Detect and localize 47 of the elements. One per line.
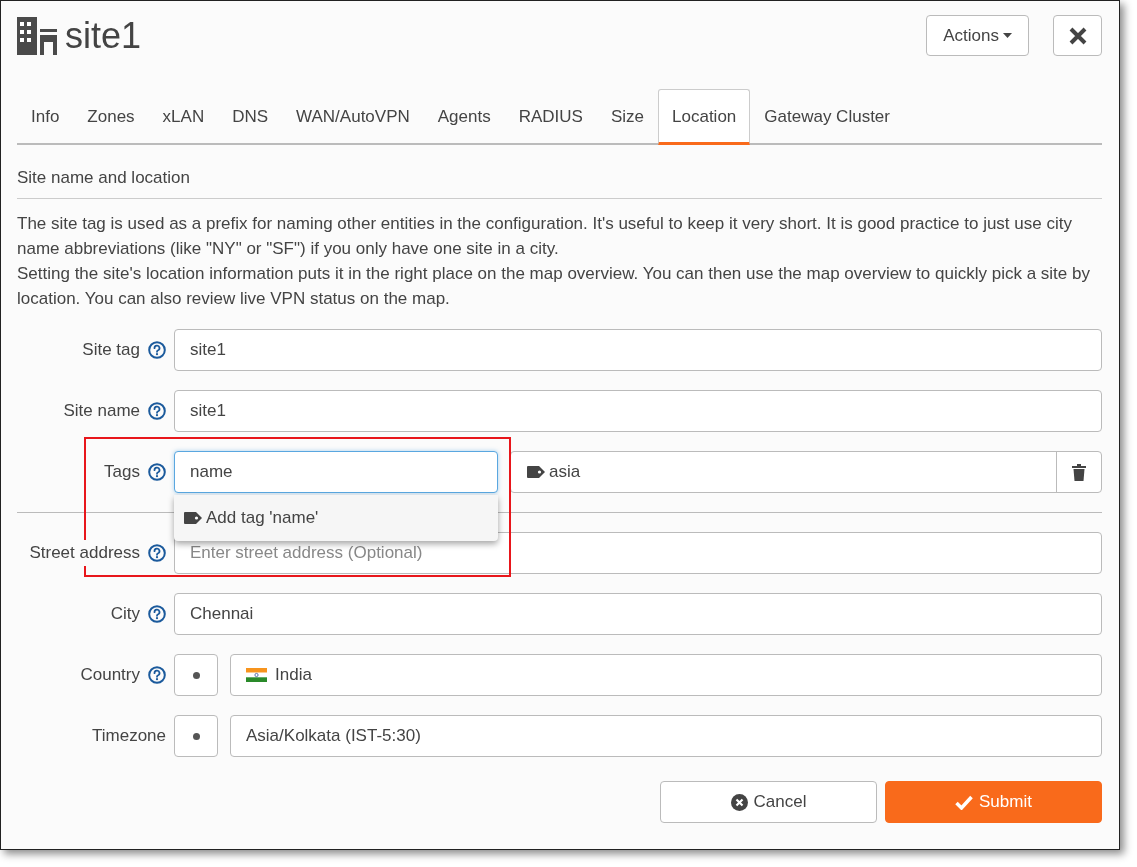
caret-icon <box>1003 33 1012 38</box>
cancel-button[interactable]: Cancel <box>660 781 877 823</box>
tab[interactable]: xLAN <box>148 89 219 145</box>
close-circle-icon <box>730 793 748 811</box>
input-field[interactable]: Chennai <box>174 593 1102 635</box>
tag-suggestion[interactable]: Add tag 'name' <box>174 495 498 541</box>
input-field[interactable]: site1 <box>174 390 1102 432</box>
close-button[interactable] <box>1053 15 1102 56</box>
field-label: Street address <box>29 540 140 566</box>
dot-button[interactable] <box>174 654 218 696</box>
help-icon[interactable] <box>148 463 166 481</box>
help-icon[interactable] <box>148 341 166 359</box>
help-icon[interactable] <box>148 544 166 562</box>
tag-chip[interactable]: asia <box>527 459 581 485</box>
description-text: Setting the site's location information puts it in the right place on the map overview. You can then use the map overview to quickly pick a site by location. You can also review live VPN status on the map. <box>17 263 1091 310</box>
tab[interactable]: RADIUS <box>504 89 597 145</box>
dot-icon <box>192 671 200 679</box>
tab[interactable]: DNS <box>218 89 283 145</box>
tab[interactable]: Size <box>596 89 659 145</box>
input-field[interactable]: site1 <box>174 329 1102 371</box>
tab[interactable]: Gateway Cluster <box>750 89 904 145</box>
help-icon[interactable] <box>148 605 166 623</box>
section-heading: Site name and location <box>17 164 1102 199</box>
tag-icon <box>184 511 202 524</box>
help-icon[interactable] <box>148 402 166 420</box>
page-title: site1 <box>65 17 142 54</box>
input-field[interactable]: name <box>174 451 498 493</box>
close-icon <box>1068 26 1087 45</box>
tab[interactable]: WAN/AutoVPN <box>282 89 424 145</box>
help-icon[interactable] <box>148 666 166 684</box>
tab[interactable]: Info <box>17 89 74 145</box>
input-field[interactable]: Enter street address (Optional) <box>174 532 1102 574</box>
actions-button[interactable]: Actions <box>926 15 1029 56</box>
flag-icon <box>246 668 267 682</box>
select-field[interactable]: India <box>230 654 1102 696</box>
tag-list-field[interactable]: asia <box>510 451 1102 493</box>
tag-icon <box>527 466 545 478</box>
check-icon <box>955 794 974 810</box>
tab[interactable]: Location <box>658 89 751 145</box>
building-icon <box>17 16 57 55</box>
dot-button[interactable] <box>174 715 218 757</box>
trash-icon <box>1072 463 1086 481</box>
description-text: The site tag is used as a prefix for naming other entities in the configuration. It's useful to keep it very short. It is good practice to just use city name abbreviations (like "NY" or "SF") if you only have one site in a city. <box>17 213 1073 260</box>
tab[interactable]: Zones <box>73 89 149 145</box>
dot-icon <box>192 732 200 740</box>
tab[interactable]: Agents <box>423 89 505 145</box>
select-field[interactable]: Asia/Kolkata (IST-5:30) <box>230 715 1102 757</box>
